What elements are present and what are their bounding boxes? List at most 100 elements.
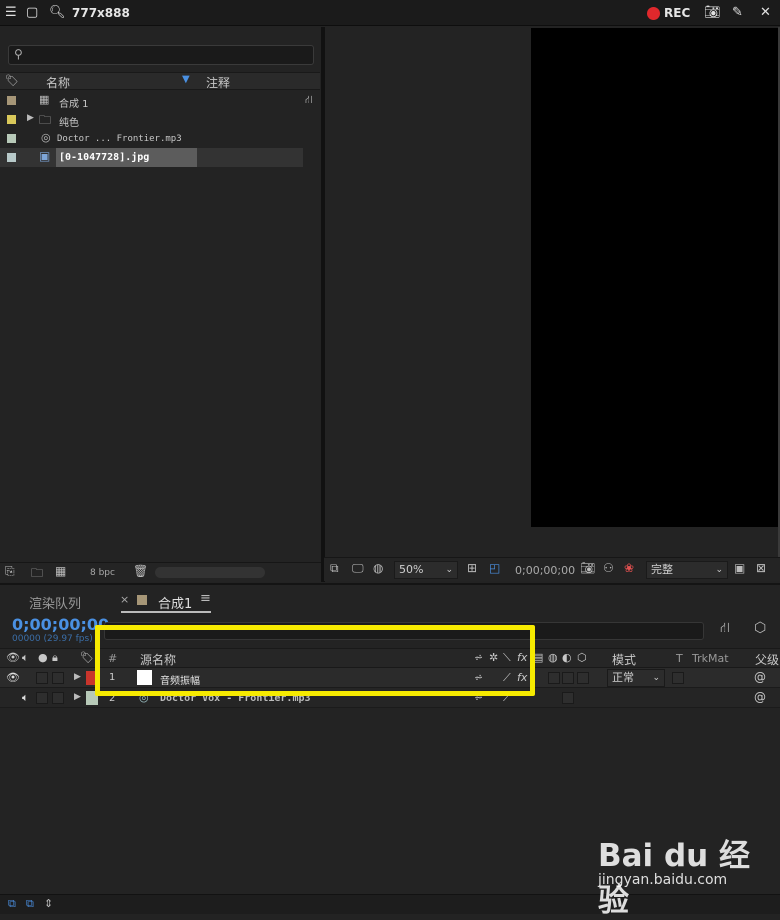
label-swatch — [7, 115, 16, 124]
column-comment[interactable]: 注释 — [206, 74, 230, 91]
expand-arrow-icon[interactable]: ▶ — [27, 113, 34, 123]
project-item[interactable]: ▦ 合成 1 — [0, 91, 303, 110]
adjustment-toggle[interactable] — [562, 692, 574, 704]
project-item-selected[interactable]: ▣ [0-1047728].jpg — [0, 148, 303, 167]
motion-blur-icon[interactable]: ◍ — [548, 651, 558, 664]
in-out-icon[interactable]: ⇕ — [44, 897, 53, 910]
label-swatch — [7, 153, 16, 162]
project-item[interactable]: ▶ 🗀 纯色 — [0, 110, 303, 129]
transfer-controls-icon[interactable]: ⧉ — [26, 897, 34, 911]
eye-icon[interactable]: 👁︎ — [6, 671, 20, 684]
column-mode[interactable]: 模式 — [612, 651, 636, 668]
3d-layer-icon[interactable]: ⬡ — [577, 651, 587, 664]
chevron-down-icon: ⌄ — [715, 565, 723, 575]
always-preview-icon[interactable]: ⧉ — [330, 561, 339, 576]
color-channels-icon[interactable]: ❀ — [624, 561, 634, 575]
comp-flowchart-icon[interactable]: ⛙ — [720, 620, 730, 638]
pencil-icon[interactable]: ✎ — [732, 0, 743, 26]
lock-toggle[interactable] — [52, 692, 64, 704]
chevron-down-icon: ⌄ — [652, 673, 660, 683]
composition-canvas[interactable] — [531, 28, 780, 527]
mask-icon[interactable]: ◍ — [373, 561, 383, 575]
eye-icon[interactable]: 👁︎ — [6, 651, 20, 664]
column-trkmat[interactable]: TrkMat — [692, 652, 729, 665]
close-icon[interactable]: × — [120, 593, 129, 606]
project-search-input[interactable]: ⚲ — [8, 45, 314, 65]
monitor-icon[interactable]: 🖵 — [352, 561, 364, 576]
label-tag-icon[interactable]: 🏷︎ — [80, 651, 94, 664]
column-t[interactable]: T — [676, 652, 683, 665]
draft-3d-icon[interactable]: ⬡ — [754, 620, 766, 636]
search-icon[interactable]: 🔍︎ — [49, 0, 66, 26]
adjustment-layer-icon[interactable]: ◐ — [562, 651, 572, 664]
item-name: Doctor ... Frontier.mp3 — [57, 134, 182, 144]
snapshot-icon[interactable]: 📷︎ — [580, 561, 595, 575]
menu-icon[interactable]: ☰ — [5, 0, 17, 26]
chevron-down-icon: ⌄ — [445, 565, 453, 575]
resolution-dropdown[interactable]: 完整 ⌄ — [646, 561, 728, 579]
rec-dot-icon — [647, 7, 660, 20]
fast-preview-icon[interactable]: ▣ — [734, 561, 745, 575]
tab-render-queue[interactable]: 渲染队列 — [29, 593, 81, 612]
viewer-timecode[interactable]: 0;00;00;00 — [515, 564, 575, 577]
expand-arrow-icon[interactable]: ▶ — [74, 692, 81, 702]
lock-icon[interactable]: 🔒︎ — [52, 651, 58, 665]
column-name[interactable]: 名称 — [46, 74, 70, 91]
audio-icon[interactable]: 🔈︎ — [22, 651, 29, 665]
item-name: 纯色 — [59, 118, 79, 129]
adjustment-toggle[interactable] — [562, 672, 574, 684]
label-swatch — [7, 134, 16, 143]
tab-composition[interactable]: 合成1 — [158, 593, 192, 612]
image-file-icon: ▣ — [39, 149, 51, 163]
comp-color-swatch — [137, 595, 147, 605]
flowchart-icon[interactable]: ⛙ — [305, 93, 313, 108]
panel-menu-icon[interactable]: ≡ — [200, 591, 211, 606]
motion-blur-toggle[interactable] — [548, 672, 560, 684]
timeline-tab-bar: 渲染队列 × 合成1 ≡ — [0, 583, 780, 613]
viewer-toolbar: ⧉ 🖵 ◍ 50% ⌄ ⊞ ◰ 0;00;00;00 📷︎ ⚇ ❀ 完整 ⌄ ▣… — [324, 557, 780, 581]
new-folder-icon[interactable]: 🗀 — [31, 564, 43, 585]
transparency-grid-icon[interactable]: ⊠ — [756, 561, 766, 575]
item-name: [0-1047728].jpg — [59, 152, 150, 163]
zoom-dropdown[interactable]: 50% ⌄ — [394, 561, 458, 579]
fit-frame-icon[interactable]: ⊞ — [467, 561, 477, 575]
audio-file-icon: ◎ — [41, 131, 51, 144]
mode-dropdown[interactable]: 正常 ⌄ — [607, 669, 665, 687]
composition-icon: ▦ — [39, 93, 50, 106]
pickwhip-icon[interactable]: @ — [754, 690, 766, 704]
resolution-value: 完整 — [651, 563, 673, 576]
zoom-value: 50% — [399, 563, 424, 576]
camera-icon[interactable]: 📷︎ — [704, 0, 721, 26]
label-tag-icon[interactable]: 🏷︎ — [5, 74, 19, 87]
annotation-highlight-box — [95, 625, 535, 696]
interpret-footage-icon[interactable]: ⎘ — [5, 564, 15, 579]
expand-arrow-icon[interactable]: ▶ — [74, 672, 81, 682]
trash-icon[interactable]: 🗑︎ — [133, 564, 148, 578]
close-icon[interactable]: ✕ — [760, 0, 771, 26]
lock-toggle[interactable] — [52, 672, 64, 684]
solo-icon[interactable]: ● — [38, 651, 48, 664]
3d-toggle[interactable] — [577, 672, 589, 684]
active-tab-underline — [121, 611, 211, 613]
project-column-header: 🏷︎ 名称 ▼ 注释 — [0, 72, 320, 90]
dimensions-label: 777x888 — [72, 6, 130, 20]
bpc-label[interactable]: 8 bpc — [90, 568, 115, 578]
project-item[interactable]: ◎ Doctor ... Frontier.mp3 — [0, 129, 303, 148]
search-icon: ⚲ — [14, 47, 23, 61]
new-composition-icon[interactable]: ▦ — [55, 564, 66, 578]
column-parent[interactable]: 父级 — [755, 651, 779, 668]
audio-icon[interactable]: 🔈︎ — [22, 691, 29, 705]
layer-switches-icon[interactable]: ⧉ — [8, 897, 16, 911]
project-footer: ⎘ 🗀 ▦ 8 bpc 🗑︎ — [0, 562, 321, 582]
preserve-transparency-toggle[interactable] — [672, 672, 684, 684]
horizontal-scrollbar[interactable] — [155, 567, 265, 578]
show-snapshot-icon[interactable]: ⚇ — [603, 561, 614, 575]
pickwhip-icon[interactable]: @ — [754, 670, 766, 684]
top-toolbar: ☰ ▢ 🔍︎ 777x888 REC 📷︎ ✎ ✕ — [0, 0, 780, 26]
sort-arrow-icon[interactable]: ▼ — [182, 74, 190, 85]
rec-button[interactable]: REC — [664, 6, 690, 20]
region-of-interest-icon[interactable]: ◰ — [489, 561, 500, 575]
solo-toggle[interactable] — [36, 692, 48, 704]
solo-toggle[interactable] — [36, 672, 48, 684]
window-icon[interactable]: ▢ — [26, 0, 38, 26]
